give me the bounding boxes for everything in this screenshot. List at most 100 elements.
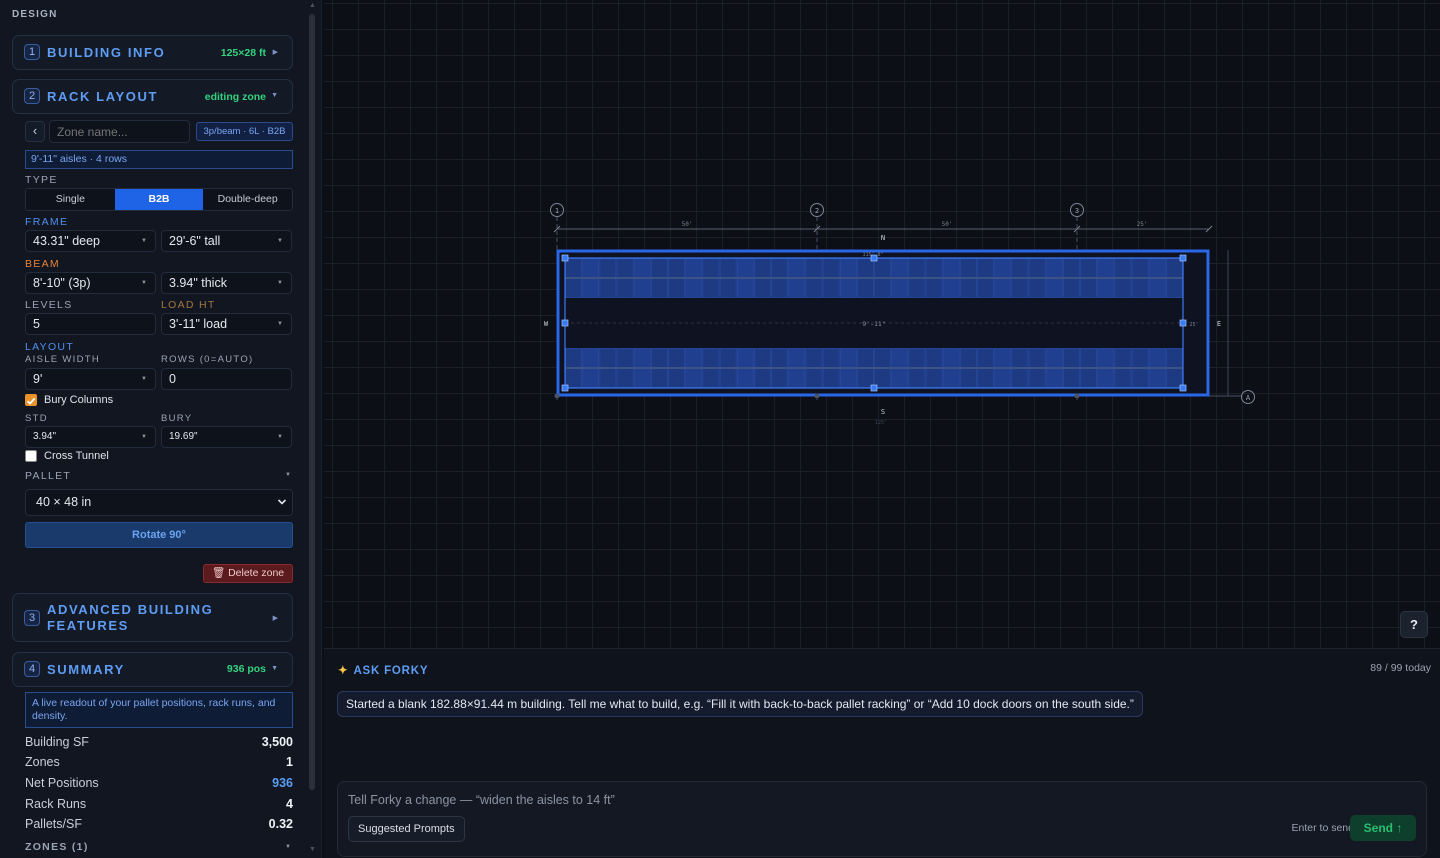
handle-s[interactable] <box>870 384 878 392</box>
rack-bay <box>1063 258 1080 278</box>
rack-bay <box>702 258 720 278</box>
beam-length-select[interactable]: 8'-10" (3p) ▼ <box>25 272 156 294</box>
rack-bay <box>719 258 737 278</box>
pallet-size-select[interactable]: 40 × 48 in <box>25 489 293 516</box>
rack-bay <box>840 258 857 278</box>
scroll-up-icon[interactable]: ▲ <box>309 2 316 9</box>
rack-row-north[interactable] <box>565 258 1183 298</box>
send-button[interactable]: Send ↑ <box>1350 815 1416 841</box>
type-label: TYPE <box>25 174 58 186</box>
handle-ne[interactable] <box>1179 254 1187 262</box>
rack-bay <box>840 348 857 368</box>
chat-input[interactable] <box>348 790 1048 810</box>
frame-height-select[interactable]: 29'-6" tall ▼ <box>161 230 292 252</box>
load-height-select[interactable]: 3'-11" load ▼ <box>161 313 292 335</box>
levels-input[interactable]: 5 <box>25 313 156 335</box>
rack-bay <box>805 348 823 368</box>
usage-counter: 89 / 99 today <box>1370 662 1431 674</box>
rack-bay <box>719 348 737 368</box>
type-b2b-option[interactable]: B2B <box>114 189 204 210</box>
rack-bay <box>788 368 805 388</box>
handle-se[interactable] <box>1179 384 1187 392</box>
dimension-label: 50' <box>942 221 953 228</box>
scrollbar-thumb[interactable] <box>309 14 315 790</box>
bury-value: 19.69" <box>169 431 198 442</box>
rack-bay <box>960 278 977 298</box>
rack-bay <box>960 348 977 368</box>
caret-down-icon[interactable]: ▼ <box>285 844 291 850</box>
rack-bay <box>1011 348 1029 368</box>
column-dot <box>554 393 560 399</box>
floor-plan[interactable]: 1 2 3 A 50' 50' 25' 9'-11" N 115'-8" S 1… <box>324 0 1440 648</box>
rack-bay <box>685 368 702 388</box>
compass-south: S <box>881 408 885 416</box>
chat-title: ✦ ASK FORKY <box>338 663 428 677</box>
building-size-badge: 125×28 ft <box>220 47 266 59</box>
rack-bay <box>685 348 702 368</box>
rack-bay <box>771 258 788 278</box>
rack-bay <box>994 278 1011 298</box>
rack-bay <box>685 258 702 278</box>
rack-bay <box>685 278 702 298</box>
rack-bay <box>960 258 977 278</box>
handle-sw[interactable] <box>561 384 569 392</box>
caret-down-icon[interactable]: ▼ <box>285 472 291 478</box>
handle-nw[interactable] <box>561 254 569 262</box>
chevron-down-icon: ▼ <box>141 376 147 382</box>
rack-bay <box>1114 368 1132 388</box>
rack-bay <box>1149 278 1166 298</box>
rack-bay <box>788 278 805 298</box>
handle-w[interactable] <box>561 319 569 327</box>
aisle-width-select[interactable]: 9' ▼ <box>25 368 156 390</box>
rack-bay <box>977 348 994 368</box>
section-title: RACK LAYOUT <box>47 89 159 104</box>
caret-down-icon: ▼ <box>271 665 278 672</box>
section-rack-layout[interactable]: 2 RACK LAYOUT editing zone ▼ <box>12 79 293 114</box>
cross-tunnel-checkbox[interactable] <box>25 450 37 462</box>
rack-bay <box>1011 278 1029 298</box>
section-title: BUILDING INFO <box>47 45 166 60</box>
help-button[interactable]: ? <box>1400 611 1428 638</box>
zones-label[interactable]: ZONES (1) <box>25 841 89 853</box>
rack-bay <box>994 348 1011 368</box>
rack-row-south[interactable] <box>565 348 1183 388</box>
back-button[interactable]: ‹ <box>25 121 45 142</box>
rack-bay <box>582 258 599 278</box>
frame-depth-select[interactable]: 43.31" deep ▼ <box>25 230 156 252</box>
rack-bay <box>891 258 908 278</box>
bury-select[interactable]: 19.69" ▼ <box>161 426 292 448</box>
std-value: 3.94" <box>33 431 57 442</box>
sidebar-scrollbar[interactable]: ▲ ▼ <box>307 0 317 858</box>
std-select[interactable]: 3.94" ▼ <box>25 426 156 448</box>
rack-bay <box>582 348 599 368</box>
type-selector[interactable]: Single B2B Double-deep <box>25 188 293 211</box>
rack-bay <box>1063 368 1080 388</box>
scroll-down-icon[interactable]: ▼ <box>309 846 316 853</box>
zone-name-input[interactable] <box>49 120 190 143</box>
bury-columns-checkbox[interactable] <box>25 394 37 406</box>
beam-thickness-select[interactable]: 3.94" thick ▼ <box>161 272 292 294</box>
handle-e[interactable] <box>1179 319 1187 327</box>
rows-input[interactable]: 0 <box>161 368 292 390</box>
floor-plan-canvas[interactable]: 1 2 3 A 50' 50' 25' 9'-11" N 115'-8" S 1… <box>324 0 1440 648</box>
rack-bay <box>1114 258 1132 278</box>
grid-marker-label: 2 <box>815 207 819 215</box>
type-double-deep-option[interactable]: Double-deep <box>203 189 292 210</box>
rack-bay <box>874 278 891 298</box>
summary-blurb: A live readout of your pallet positions,… <box>25 692 293 728</box>
rack-bay <box>1114 348 1132 368</box>
rack-bay <box>771 368 788 388</box>
pallet-label: PALLET <box>25 470 72 482</box>
suggested-prompts-button[interactable]: Suggested Prompts <box>348 816 465 842</box>
rack-bay <box>908 258 926 278</box>
section-title-line2: FEATURES <box>47 618 129 633</box>
section-advanced-features[interactable]: 3 ADVANCED BUILDING FEATURES ▶ <box>12 593 293 642</box>
type-single-option[interactable]: Single <box>26 189 115 210</box>
section-building-info[interactable]: 1 BUILDING INFO 125×28 ft ▶ <box>12 35 293 70</box>
rack-bay <box>565 258 582 278</box>
section-summary[interactable]: 4 SUMMARY 936 pos ▼ <box>12 652 293 687</box>
rack-bay <box>1028 348 1046 368</box>
delete-zone-button[interactable]: 🗑 Delete zone <box>203 564 293 583</box>
rotate-button[interactable]: Rotate 90° <box>25 522 293 548</box>
rack-bay <box>943 278 960 298</box>
